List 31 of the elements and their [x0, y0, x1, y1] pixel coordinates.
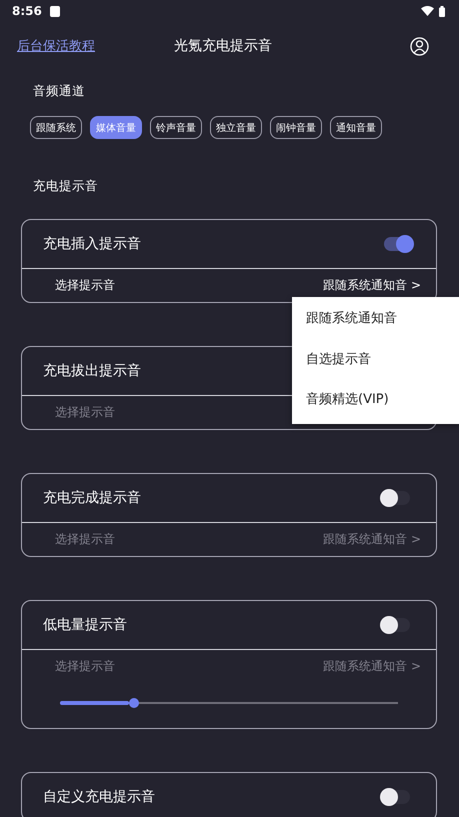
option-value[interactable]: 跟随系统通知音 >: [323, 531, 421, 548]
option-label: 选择提示音: [55, 658, 115, 675]
channel-chip[interactable]: 跟随系统: [30, 116, 82, 139]
setting-title: 自定义充电提示音: [43, 788, 155, 806]
battery-icon: [439, 6, 445, 16]
section-title: 音频通道: [32, 83, 86, 100]
section-title: 充电提示音: [32, 178, 99, 195]
status-time: 8:56: [12, 4, 42, 18]
wifi-icon: [421, 6, 434, 16]
channel-chip[interactable]: 独立音量: [210, 116, 262, 139]
channel-chip[interactable]: 通知音量: [330, 116, 382, 139]
channel-chip[interactable]: 铃声音量: [150, 116, 202, 139]
option-label: 选择提示音: [55, 277, 115, 294]
menu-item[interactable]: 音频精选(VIP): [292, 380, 459, 420]
page-title: 光氪充电提示音: [174, 37, 272, 55]
slider-fill[interactable]: [60, 700, 130, 704]
option-label: 选择提示音: [55, 531, 115, 548]
account-icon[interactable]: [410, 36, 429, 56]
setting-title: 低电量提示音: [43, 616, 127, 634]
option-value[interactable]: 跟随系统通知音 >: [323, 277, 421, 294]
menu-item[interactable]: 跟随系统通知音: [292, 299, 459, 340]
channel-chip[interactable]: 闹钟音量: [270, 116, 322, 139]
option-label: 选择提示音: [55, 404, 115, 421]
setting-title: 充电插入提示音: [43, 235, 141, 253]
setting-title: 充电完成提示音: [43, 489, 141, 507]
setting-title: 充电拔出提示音: [43, 362, 141, 380]
notification-icon: [50, 6, 60, 16]
tutorial-link[interactable]: 后台保活教程: [17, 37, 107, 55]
menu-item[interactable]: 自选提示音: [292, 340, 459, 380]
slider-thumb[interactable]: [129, 698, 140, 708]
option-value[interactable]: 跟随系统通知音 >: [323, 658, 421, 675]
